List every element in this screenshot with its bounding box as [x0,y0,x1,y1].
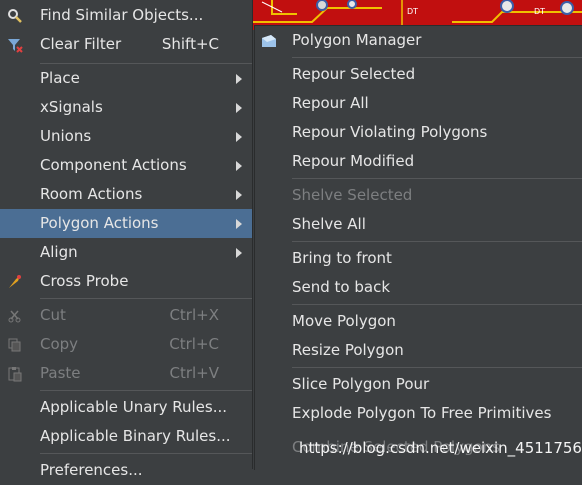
submenu-item-label: Explode Polygon To Free Primitives [292,404,552,422]
submenu-item-shelve-selected[interactable]: Shelve Selected [255,181,582,210]
menu-item-label: Polygon Actions [40,214,159,232]
paste-icon [6,365,24,383]
shortcut-label: Shift+C [161,35,219,53]
menu-item-label: Place [40,69,80,87]
menu-item-label: Room Actions [40,185,143,203]
menu-item-label: Applicable Unary Rules... [40,398,228,416]
submenu-item-explode-polygon[interactable]: Explode Polygon To Free Primitives [255,399,582,428]
menu-item-align[interactable]: Align [0,238,252,267]
menu-item-component-actions[interactable]: Component Actions [0,151,252,180]
copy-icon [6,336,24,354]
menu-item-label: Unions [40,127,92,145]
divider [292,178,582,179]
polygon-actions-submenu: Polygon Manager Repour Selected Repour A… [254,25,582,470]
chevron-right-icon [236,74,242,84]
menu-item-clear-filter[interactable]: Clear Filter Shift+C [0,30,252,59]
submenu-item-resize-polygon[interactable]: Resize Polygon [255,336,582,365]
menu-item-preferences[interactable]: Preferences... [0,456,252,485]
divider [292,304,582,305]
divider [292,367,582,368]
chevron-right-icon [236,190,242,200]
submenu-item-send-to-back[interactable]: Send to back [255,273,582,302]
submenu-item-label: Polygon Manager [292,31,422,49]
submenu-item-label: Repour Violating Polygons [292,123,488,141]
pcb-label: DT [407,7,418,16]
shortcut-label: Ctrl+C [169,335,219,353]
submenu-item-shelve-all[interactable]: Shelve All [255,210,582,239]
chevron-right-icon [236,132,242,142]
submenu-item-label: Send to back [292,278,391,296]
menu-item-label: Cut [40,306,66,324]
submenu-item-label: Repour Selected [292,65,416,83]
divider [292,57,582,58]
submenu-item-repour-violating-polygons[interactable]: Repour Violating Polygons [255,118,582,147]
submenu-item-repour-selected[interactable]: Repour Selected [255,60,582,89]
menu-item-label: Cross Probe [40,272,129,290]
menu-item-room-actions[interactable]: Room Actions [0,180,252,209]
menu-item-label: Align [40,243,78,261]
menu-item-applicable-binary-rules[interactable]: Applicable Binary Rules... [0,422,252,451]
divider [40,298,252,299]
submenu-item-move-polygon[interactable]: Move Polygon [255,307,582,336]
menu-item-cross-probe[interactable]: Cross Probe [0,267,252,296]
menu-item-label: Paste [40,364,81,382]
chevron-right-icon [236,248,242,258]
menu-item-label: Applicable Binary Rules... [40,427,231,445]
submenu-item-label: Move Polygon [292,312,396,330]
divider [40,453,252,454]
menu-item-cut[interactable]: Cut Ctrl+X [0,301,252,330]
menu-item-label: xSignals [40,98,103,116]
menu-item-unions[interactable]: Unions [0,122,252,151]
submenu-item-label: Bring to front [292,249,392,267]
menu-item-copy[interactable]: Copy Ctrl+C [0,330,252,359]
funnel-clear-icon [6,36,24,54]
shortcut-label: Ctrl+V [169,364,219,382]
cross-probe-icon [6,273,24,291]
divider [40,390,252,391]
submenu-item-label: Repour All [292,94,369,112]
submenu-item-label: Resize Polygon [292,341,404,359]
menu-item-polygon-actions[interactable]: Polygon Actions [0,209,252,238]
menu-item-place[interactable]: Place [0,64,252,93]
submenu-item-label: Slice Polygon Pour [292,375,430,393]
menu-item-find-similar-objects[interactable]: Find Similar Objects... [0,1,252,30]
context-menu: Find Similar Objects... Clear Filter Shi… [0,0,253,479]
menu-item-paste[interactable]: Paste Ctrl+V [0,359,252,388]
menu-item-label: Clear Filter [40,35,122,53]
chevron-right-icon [236,219,242,229]
scissors-icon [6,307,24,325]
shortcut-label: Ctrl+X [169,306,219,324]
menu-item-label: Preferences... [40,461,143,479]
submenu-item-bring-to-front[interactable]: Bring to front [255,244,582,273]
pcb-label: DT [534,7,545,16]
watermark-text: https://blog.csdn.net/weixin_45117564 [299,439,582,457]
magnifier-icon [6,7,24,25]
chevron-right-icon [236,103,242,113]
submenu-item-repour-modified[interactable]: Repour Modified [255,147,582,176]
menu-item-xsignals[interactable]: xSignals [0,93,252,122]
submenu-item-label: Shelve Selected [292,186,413,204]
submenu-item-label: Repour Modified [292,152,415,170]
menu-item-label: Find Similar Objects... [40,6,204,24]
submenu-item-polygon-manager[interactable]: Polygon Manager [255,26,582,55]
polygon-manager-icon [261,34,277,48]
submenu-item-repour-all[interactable]: Repour All [255,89,582,118]
menu-item-label: Copy [40,335,79,353]
menu-item-label: Component Actions [40,156,187,174]
chevron-right-icon [236,161,242,171]
divider [292,241,582,242]
menu-item-applicable-unary-rules[interactable]: Applicable Unary Rules... [0,393,252,422]
submenu-item-label: Shelve All [292,215,366,233]
submenu-item-slice-polygon-pour[interactable]: Slice Polygon Pour [255,370,582,399]
